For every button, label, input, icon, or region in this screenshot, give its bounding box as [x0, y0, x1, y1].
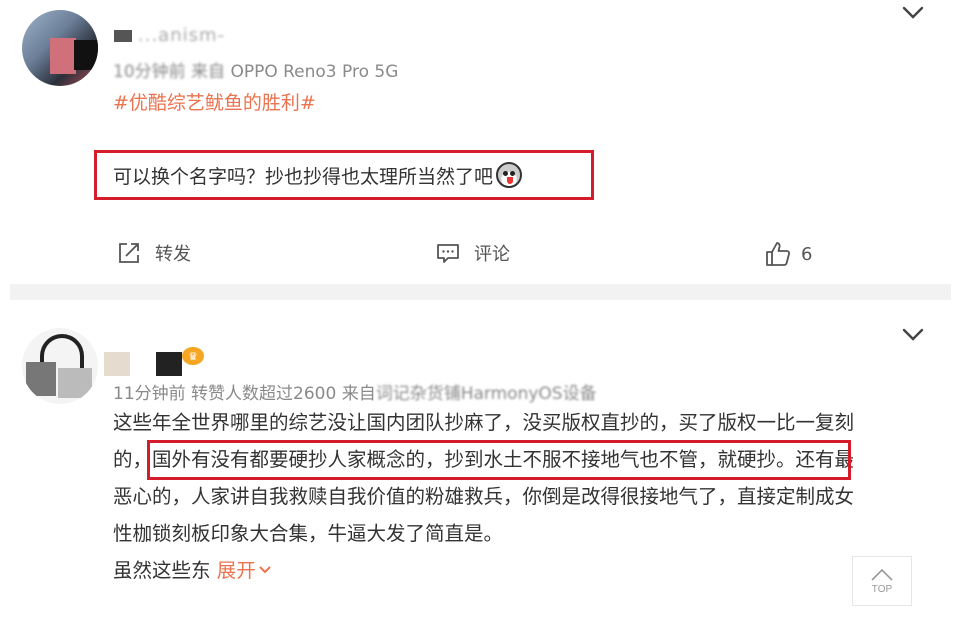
source-device: OPPO Reno3 Pro 5G [230, 62, 399, 82]
avatar-censor-block [58, 368, 92, 398]
comment-text-line: 恶心的，人家讲自我救赎自我价值的粉雄救兵，你倒是改得很接地气了，直接定制成女 [113, 485, 855, 508]
expand-link[interactable]: 展开 [217, 559, 272, 582]
comment-icon [437, 244, 459, 263]
vip-crown-icon: ♛ [182, 347, 204, 365]
comment-text-line: 这些年全世界哪里的综艺没让国内团队抄麻了，没买版权直抄的，买了版权一比一复刻 [113, 411, 855, 434]
repost-button[interactable]: 转发 [117, 240, 191, 266]
weibo-comments-page: ...anism-san 10分钟前 来自 OPPO Reno3 Pro 5G … [0, 0, 961, 619]
username-censor-block [156, 352, 182, 376]
truncated-text: 虽然这些东 [113, 559, 211, 582]
comment-text: 可以换个名字吗？抄也抄得也太理所当然了吧 [113, 165, 494, 188]
like-count: 6 [801, 243, 813, 265]
comment-button[interactable]: 评论 [436, 240, 510, 266]
username-censor-block [114, 30, 132, 42]
thumbs-up-icon [766, 242, 791, 266]
dog-face-emoji-icon [496, 162, 523, 188]
repost-label: 转发 [155, 244, 191, 265]
comment-divider [10, 284, 951, 300]
comment-text-highlighted: 可以换个名字吗？抄也抄得也太理所当然了吧 [94, 150, 594, 200]
chevron-down-icon [259, 566, 271, 574]
hashtag-link[interactable]: #优酷综艺鱿鱼的胜利# [113, 88, 316, 115]
back-to-top-button[interactable]: TOP [852, 556, 912, 606]
post-meta: 10分钟前 来自 OPPO Reno3 Pro 5G [113, 57, 398, 82]
like-button[interactable]: 6 [765, 241, 812, 267]
source-prefix: 来自 [191, 62, 226, 82]
source-prefix: 来自 [341, 384, 376, 404]
expand-label: 展开 [216, 559, 256, 582]
username[interactable]: ...anism-san [114, 25, 244, 45]
chevron-up-icon [871, 568, 893, 581]
avatar-censor-block [26, 362, 56, 396]
avatar-censor-block [50, 38, 76, 74]
comment-text-line-truncated: 虽然这些东 展开 [113, 552, 913, 589]
top-label: TOP [871, 583, 893, 595]
username-text: ...anism-san [138, 25, 226, 45]
post-time: 10分钟前 [113, 62, 186, 82]
username-censor-block [104, 352, 130, 376]
comment-label: 评论 [474, 244, 510, 265]
repost-icon [119, 243, 139, 263]
chevron-down-icon[interactable] [902, 6, 924, 20]
post-time: 11分钟前 [113, 384, 186, 404]
comment-text-line: 性枷锁刻板印象大合集，牛逼大发了简直是。 [113, 522, 504, 545]
avatar-censor-block [74, 40, 98, 70]
chevron-down-icon[interactable] [902, 328, 924, 342]
avatar[interactable] [22, 328, 98, 404]
repost-like-badge: 转赞人数超过2600 [191, 384, 337, 404]
highlight-box [147, 440, 851, 480]
post-meta: 11分钟前 转赞人数超过2600 来自词记杂货铺HarmonyOS设备 [113, 379, 597, 404]
source-device: 词记杂货铺HarmonyOS设备 [375, 384, 597, 404]
avatar[interactable] [22, 10, 98, 86]
